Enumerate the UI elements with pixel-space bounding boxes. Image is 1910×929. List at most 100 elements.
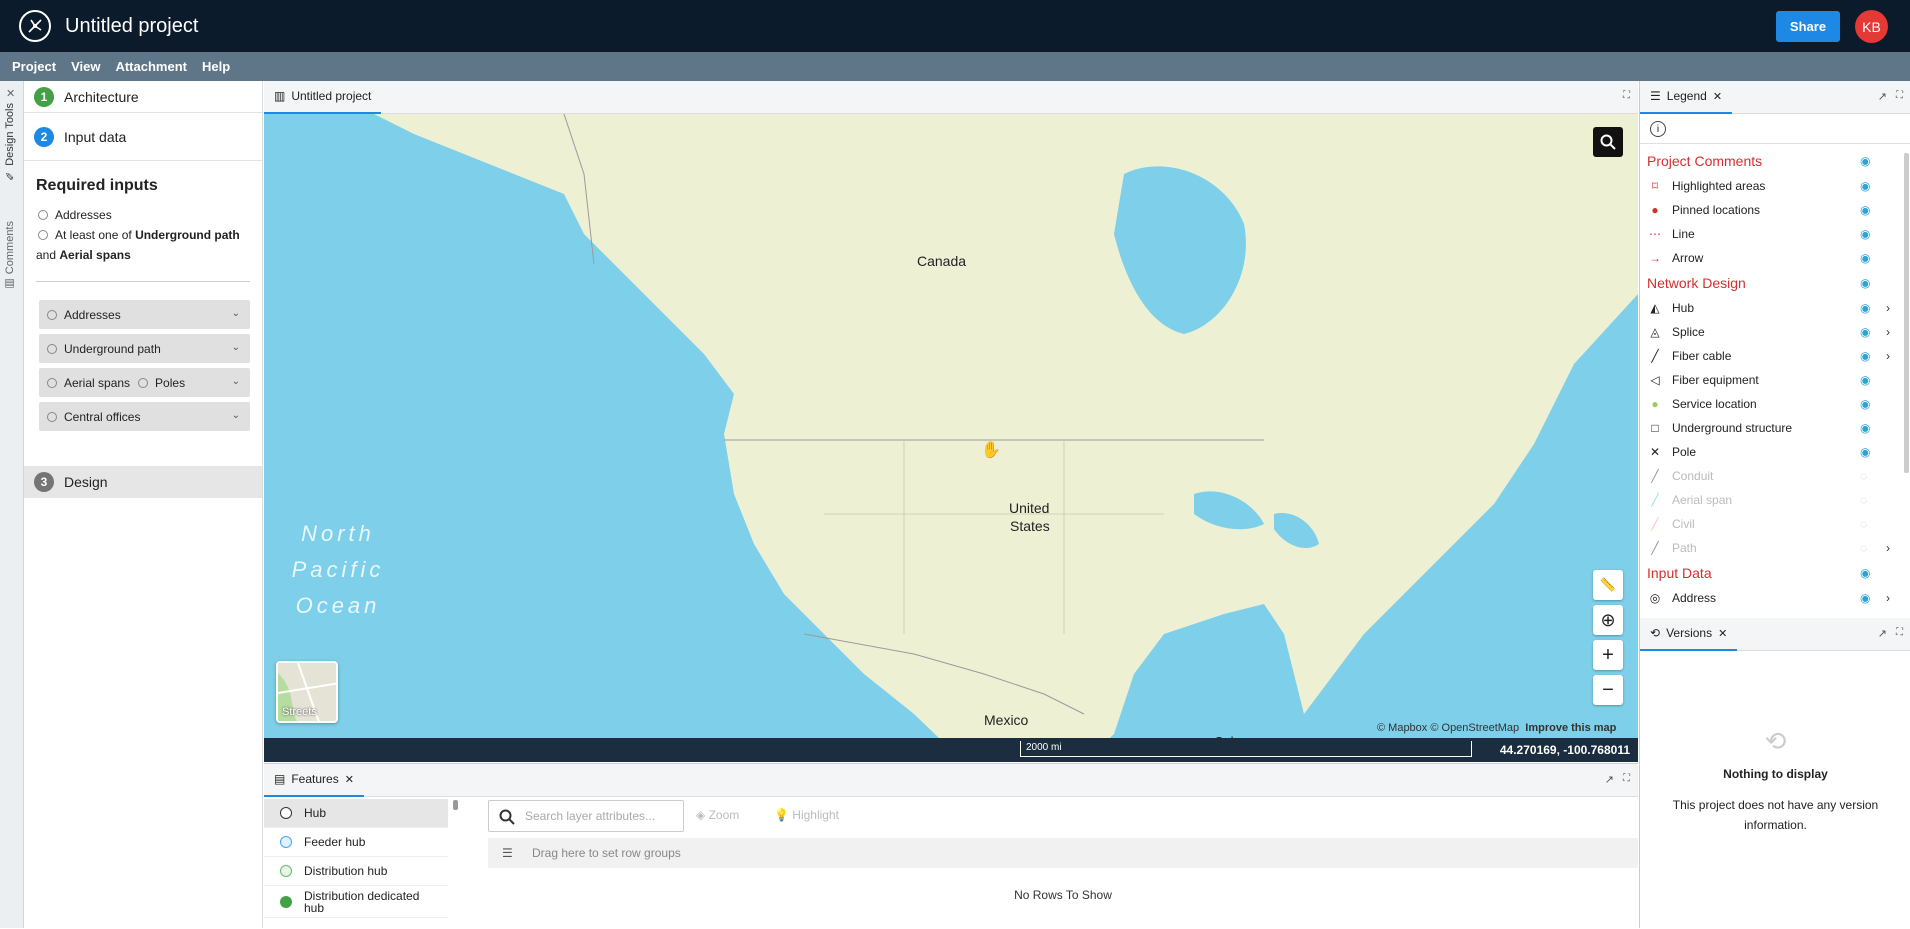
chevron-down-icon[interactable]: ⌄ (232, 342, 240, 353)
eye-icon[interactable]: ◉ (1860, 421, 1870, 435)
zoom-action[interactable]: ◈ Zoom (696, 808, 739, 822)
basemap-switcher[interactable]: Streets (276, 661, 338, 723)
legend-item[interactable]: ⌑ Highlighted areas ◉ (1640, 174, 1904, 198)
legend-item[interactable]: ● Pinned locations ◉ (1640, 198, 1904, 222)
list-item[interactable]: Distribution hub (264, 857, 448, 886)
step-architecture[interactable]: 1 Architecture (24, 81, 262, 113)
tab-map[interactable]: ▥ Untitled project (264, 81, 382, 114)
list-item[interactable]: Feeder hub (264, 828, 448, 857)
input-aerial-row[interactable]: Aerial spans Poles ⌄ (39, 368, 250, 397)
menu-view[interactable]: View (71, 59, 100, 74)
maximize-icon[interactable]: ⛶ (1896, 90, 1903, 101)
eye-icon[interactable]: ◉ (1860, 227, 1870, 241)
eye-icon[interactable]: ◉ (1860, 445, 1870, 459)
legend-item[interactable]: ⋯ Line ◉ (1640, 222, 1904, 246)
maximize-icon[interactable]: ⛶ (1623, 773, 1630, 784)
eye-icon[interactable]: ◉ (1860, 301, 1870, 315)
legend-item[interactable]: ╱ Civil ◌ (1640, 512, 1904, 536)
eye-icon[interactable]: ◉ (1860, 276, 1870, 290)
legend-item[interactable]: ◁ Fiber equipment ◉ (1640, 368, 1904, 392)
legend-section-network[interactable]: Network Design ◉ (1640, 270, 1904, 296)
input-addresses-row[interactable]: Addresses ⌄ (39, 300, 250, 329)
legend-item[interactable]: ╱ Fiber cable ◉ › (1640, 344, 1904, 368)
tab-versions[interactable]: ⟲ Versions ✕ (1640, 618, 1738, 651)
tab-legend[interactable]: ☰ Legend ✕ (1640, 81, 1733, 114)
eye-icon[interactable]: ◉ (1860, 154, 1870, 168)
list-item[interactable]: Hub (264, 799, 448, 828)
eye-off-icon[interactable]: ◌ (1860, 469, 1867, 483)
eye-off-icon[interactable]: ◌ (1860, 541, 1867, 555)
row-group-drop-zone[interactable]: ☰ Drag here to set row groups (488, 838, 1638, 868)
legend-item[interactable]: ✕ Pole ◉ (1640, 440, 1904, 464)
legend-item[interactable]: ◎ Address ◉ › (1640, 586, 1904, 610)
attribution-text[interactable]: © Mapbox © OpenStreetMap (1377, 722, 1519, 734)
user-avatar[interactable]: KB (1855, 10, 1888, 43)
map-search-button[interactable] (1593, 127, 1623, 157)
highlight-action[interactable]: 💡 Highlight (774, 808, 839, 822)
eye-icon[interactable]: ◉ (1860, 349, 1870, 363)
close-icon[interactable]: ✕ (6, 87, 15, 100)
menu-project[interactable]: Project (12, 59, 56, 74)
close-icon[interactable]: ✕ (1713, 90, 1722, 103)
legend-item[interactable]: ╱ Aerial span ◌ (1640, 488, 1904, 512)
chevron-right-icon[interactable]: › (1886, 349, 1890, 363)
tab-features[interactable]: ▤ Features ✕ (264, 764, 364, 797)
project-title[interactable]: Untitled project (65, 15, 198, 38)
step-input-data[interactable]: 2 Input data (24, 113, 262, 161)
locate-button[interactable]: ⊕ (1593, 605, 1623, 635)
eye-icon[interactable]: ◉ (1860, 179, 1870, 193)
chevron-down-icon[interactable]: ⌄ (232, 376, 240, 387)
measure-button[interactable]: 📏 (1593, 570, 1623, 600)
map-attribution[interactable]: © Mapbox © OpenStreetMap Improve this ma… (1377, 722, 1616, 734)
app-logo-icon[interactable] (19, 10, 51, 42)
legend-section-input[interactable]: Input Data ◉ (1640, 560, 1904, 586)
legend-item[interactable]: ╱ Conduit ◌ (1640, 464, 1904, 488)
maximize-icon[interactable]: ⛶ (1896, 627, 1903, 638)
share-button[interactable]: Share (1776, 11, 1840, 42)
scrollbar[interactable] (1904, 153, 1909, 473)
chevron-down-icon[interactable]: ⌄ (232, 410, 240, 421)
menu-help[interactable]: Help (202, 59, 230, 74)
eye-off-icon[interactable]: ◌ (1860, 493, 1867, 507)
eye-icon[interactable]: ◉ (1860, 251, 1870, 265)
eye-off-icon[interactable]: ◌ (1860, 517, 1867, 531)
eye-icon[interactable]: ◉ (1860, 325, 1870, 339)
zoom-in-button[interactable]: + (1593, 640, 1623, 670)
popout-icon[interactable]: ↗ (1878, 627, 1887, 640)
info-icon[interactable]: i (1650, 121, 1666, 137)
maximize-icon[interactable]: ⛶ (1623, 90, 1630, 101)
tab-design-tools[interactable]: ✎ Design Tools (3, 103, 16, 182)
eye-icon[interactable]: ◉ (1860, 373, 1870, 387)
improve-map-link[interactable]: Improve this map (1525, 722, 1616, 734)
eye-icon[interactable]: ◉ (1860, 591, 1870, 605)
input-central-offices-row[interactable]: Central offices ⌄ (39, 402, 250, 431)
chevron-right-icon[interactable]: › (1886, 301, 1890, 315)
legend-item[interactable]: ╱ Path ◌ › (1640, 536, 1904, 560)
popout-icon[interactable]: ↗ (1878, 90, 1887, 103)
list-item[interactable]: Distribution dedicated hub (264, 886, 448, 918)
eye-icon[interactable]: ◉ (1860, 203, 1870, 217)
step-design[interactable]: 3 Design (24, 466, 262, 498)
close-icon[interactable]: ✕ (345, 773, 354, 786)
input-underground-row[interactable]: Underground path ⌄ (39, 334, 250, 363)
map-view[interactable]: Canada United States Mexico Cuba North P… (264, 114, 1638, 762)
legend-item[interactable]: ◬ Splice ◉ › (1640, 320, 1904, 344)
zoom-out-button[interactable]: − (1593, 675, 1623, 705)
legend-item[interactable]: □ Underground structure ◉ (1640, 416, 1904, 440)
chevron-right-icon[interactable]: › (1886, 325, 1890, 339)
chevron-right-icon[interactable]: › (1886, 541, 1890, 555)
map-canvas[interactable] (264, 114, 1638, 762)
scrollbar[interactable] (453, 800, 458, 810)
legend-section-comments[interactable]: Project Comments ◉ (1640, 148, 1904, 174)
popout-icon[interactable]: ↗ (1605, 773, 1614, 786)
chevron-right-icon[interactable]: › (1886, 591, 1890, 605)
close-icon[interactable]: ✕ (1718, 627, 1727, 640)
legend-item[interactable]: → Arrow ◉ (1640, 246, 1904, 270)
chevron-down-icon[interactable]: ⌄ (232, 308, 240, 319)
legend-item[interactable]: ◭ Hub ◉ › (1640, 296, 1904, 320)
eye-icon[interactable]: ◉ (1860, 397, 1870, 411)
legend-item[interactable]: ● Service location ◉ (1640, 392, 1904, 416)
tab-comments[interactable]: ▤ Comments (3, 221, 16, 290)
layer-search-input[interactable]: Search layer attributes... (488, 800, 684, 832)
eye-icon[interactable]: ◉ (1860, 566, 1870, 580)
